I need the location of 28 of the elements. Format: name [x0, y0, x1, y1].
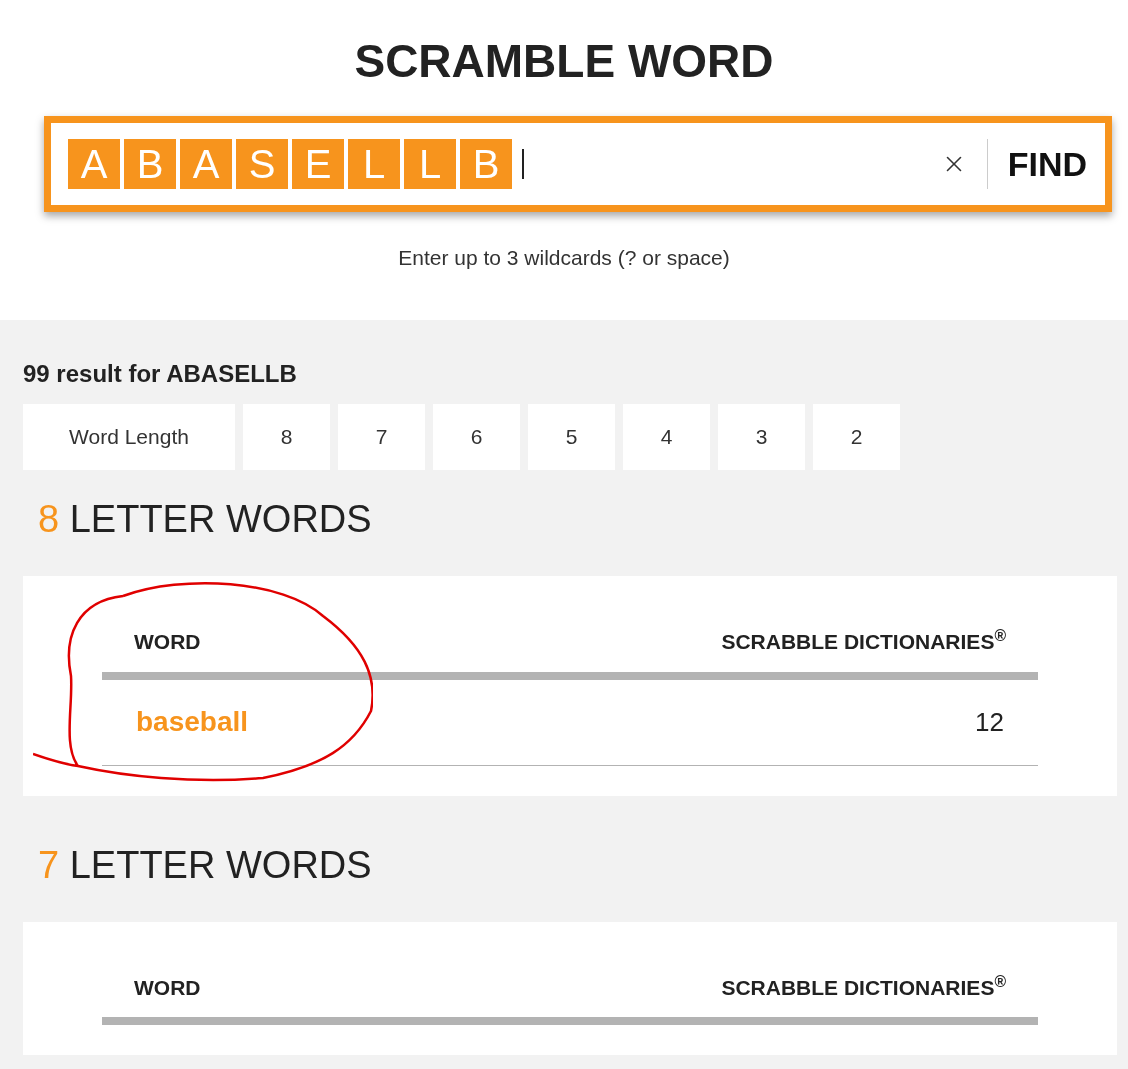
- column-header: SCRABBLE DICTIONARIES$^{®}$: [721, 626, 1006, 655]
- length-filter-button[interactable]: 6: [433, 404, 520, 470]
- filter-label: Word Length: [23, 404, 235, 470]
- text-cursor: [522, 149, 524, 179]
- letter-tile: B: [124, 139, 176, 189]
- length-filter-button[interactable]: 5: [528, 404, 615, 470]
- column-header: WORD: [134, 629, 201, 655]
- length-filter-button[interactable]: 7: [338, 404, 425, 470]
- length-filter-button[interactable]: 2: [813, 404, 900, 470]
- score-cell-text: 12: [975, 705, 1004, 739]
- length-filter-button[interactable]: 8: [243, 404, 330, 470]
- hint-text: Enter up to 3 wildcards (? or space): [398, 245, 730, 271]
- section-heading: 8 LETTER WORDS: [38, 497, 373, 542]
- page-title: SCRAMBLE WORD: [354, 34, 774, 88]
- letter-tile: A: [180, 139, 232, 189]
- letter-tile: L: [404, 139, 456, 189]
- letter-tile: B: [460, 139, 512, 189]
- letter-tile: A: [68, 139, 120, 189]
- section-heading: 7 LETTER WORDS: [38, 842, 373, 888]
- length-filter-button[interactable]: 3: [718, 404, 805, 470]
- column-header: SCRABBLE DICTIONARIES$^{®}$: [721, 971, 1006, 1001]
- results-heading: 99 result for ABASELLB: [23, 359, 298, 389]
- letter-tile: S: [236, 139, 288, 189]
- length-filter-button[interactable]: 4: [623, 404, 710, 470]
- column-header: WORD: [134, 974, 201, 1001]
- letter-tile: E: [292, 139, 344, 189]
- letter-tile: L: [348, 139, 400, 189]
- find-button[interactable]: FIND: [1007, 138, 1087, 190]
